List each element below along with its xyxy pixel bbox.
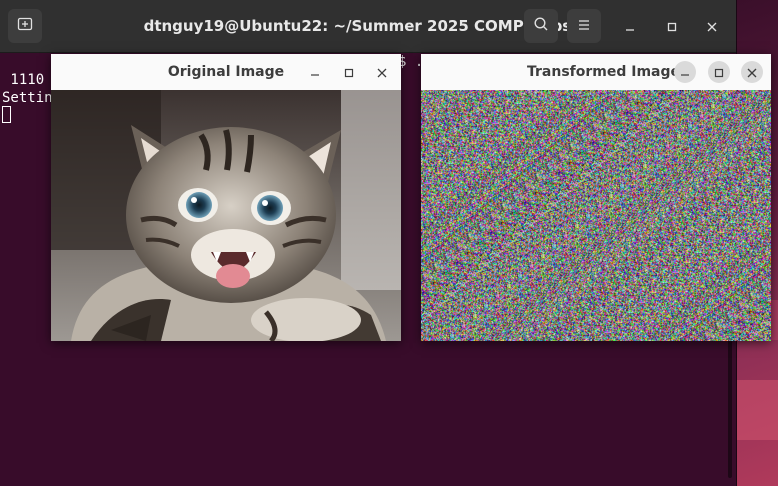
maximize-icon xyxy=(667,17,677,36)
minimize-icon xyxy=(310,63,320,82)
new-tab-button[interactable] xyxy=(8,9,42,43)
new-tab-icon xyxy=(17,16,33,36)
hamburger-menu-icon xyxy=(577,17,591,36)
terminal-cursor xyxy=(2,106,11,123)
kitten-photo xyxy=(51,90,401,343)
transformed-minimize-button[interactable] xyxy=(674,61,696,83)
close-button[interactable] xyxy=(703,17,721,35)
maximize-icon xyxy=(714,63,724,82)
wallpaper-stripe xyxy=(734,380,778,440)
maximize-icon xyxy=(344,63,354,82)
transformed-image-window[interactable]: Transformed Image xyxy=(421,54,771,341)
original-image-header: Original Image xyxy=(51,54,401,90)
transformed-image-header: Transformed Image xyxy=(421,54,771,90)
close-icon xyxy=(747,63,757,82)
prompt-tail: $ . xyxy=(398,54,424,70)
original-close-button[interactable] xyxy=(373,63,391,81)
minimize-icon xyxy=(680,63,690,82)
menu-button[interactable] xyxy=(567,9,601,43)
terminal-line: Settin xyxy=(2,90,53,106)
maximize-button[interactable] xyxy=(663,17,681,35)
transformed-maximize-button[interactable] xyxy=(708,61,730,83)
close-icon xyxy=(377,63,387,82)
terminal-line: 1110 xyxy=(2,72,45,88)
minimize-icon xyxy=(625,17,635,36)
terminal-header: dtnguy19@Ubuntu22: ~/Summer 2025 COMP IV… xyxy=(0,0,736,53)
noise-canvas xyxy=(421,90,771,341)
transformed-image-title: Transformed Image xyxy=(527,64,681,80)
transformed-close-button[interactable] xyxy=(741,61,763,83)
search-icon xyxy=(533,16,549,36)
minimize-button[interactable] xyxy=(621,17,639,35)
search-button[interactable] xyxy=(524,9,558,43)
original-image xyxy=(51,90,401,345)
original-image-window[interactable]: Original Image xyxy=(51,54,401,343)
original-maximize-button[interactable] xyxy=(340,63,358,81)
original-minimize-button[interactable] xyxy=(306,63,324,81)
transformed-image xyxy=(421,90,771,345)
close-icon xyxy=(707,17,717,36)
